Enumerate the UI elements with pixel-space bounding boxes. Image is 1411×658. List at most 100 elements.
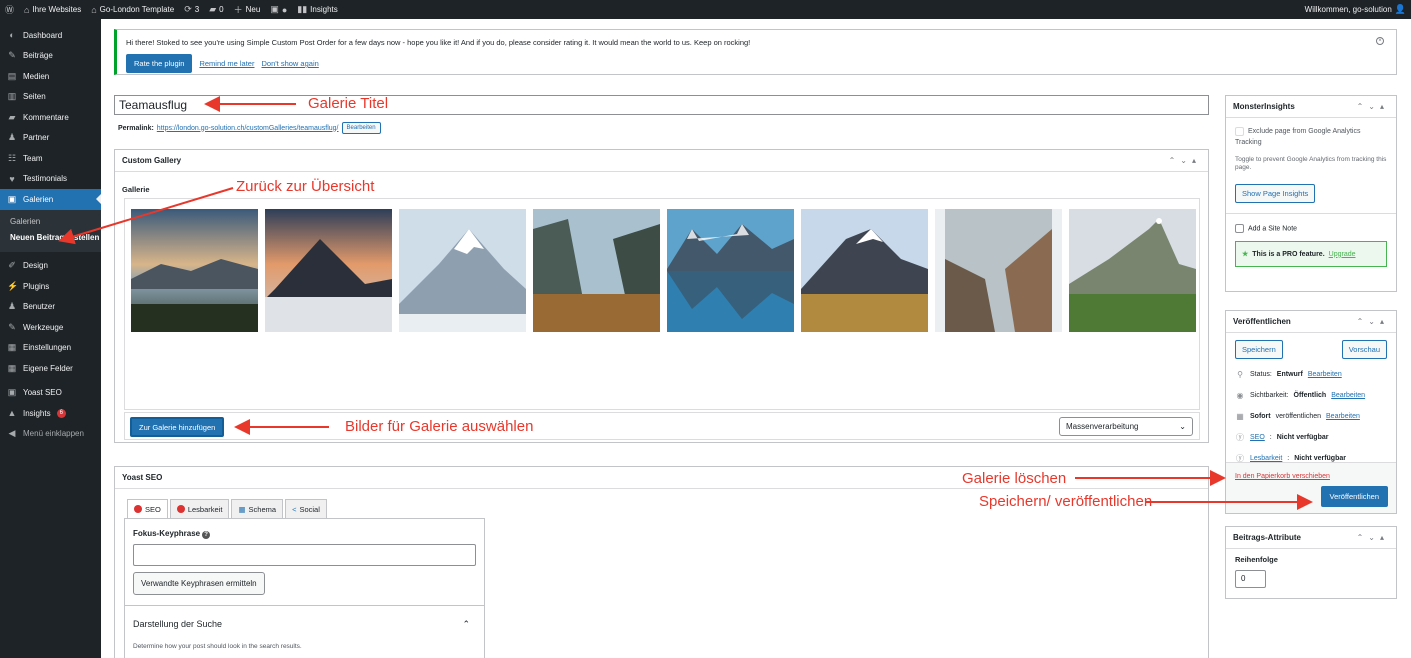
permalink-edit-button[interactable]: Bearbeiten: [341, 122, 381, 134]
dismiss-icon[interactable]: ×: [1376, 37, 1384, 45]
gallery-image-3[interactable]: [399, 209, 526, 332]
gallery-image-5[interactable]: [667, 209, 794, 332]
tab-schema[interactable]: ▦ Schema: [231, 499, 284, 518]
submenu-item-new-post[interactable]: Neuen Beitrag erstellen: [0, 230, 101, 246]
order-input[interactable]: 0: [1235, 570, 1266, 588]
related-keyphrases-button[interactable]: Verwandte Keyphrasen ermitteln: [133, 572, 265, 595]
rate-plugin-button[interactable]: Rate the plugin: [126, 54, 193, 73]
chevron-up-icon[interactable]: ⌃: [462, 619, 470, 630]
golden-field-mountain-image: [801, 209, 928, 332]
yoast-icon: ▣: [7, 387, 17, 398]
upgrade-link[interactable]: Upgrade: [1329, 251, 1356, 258]
new-content-menu[interactable]: ＋ Neu: [229, 0, 266, 19]
avatar-icon: 👤: [1394, 4, 1406, 14]
edit-visibility-link[interactable]: Bearbeiten: [1331, 392, 1365, 399]
sidebar-item-label: Benutzer: [23, 302, 56, 312]
site-note-row[interactable]: Add a Site Note: [1235, 224, 1387, 233]
remind-later-link[interactable]: Remind me later: [199, 59, 254, 68]
add-to-gallery-button[interactable]: Zur Galerie hinzufügen: [130, 417, 225, 437]
updates-menu[interactable]: ⟳ 3: [179, 0, 204, 19]
show-page-insights-button[interactable]: Show Page Insights: [1235, 184, 1316, 203]
gallery-image-7[interactable]: [935, 209, 1062, 332]
tab-social[interactable]: < Social: [285, 499, 327, 518]
pages-icon: ▥: [7, 91, 17, 102]
help-icon[interactable]: ?: [202, 531, 211, 539]
gallery-image-1[interactable]: [131, 209, 258, 332]
sidebar-item-partner[interactable]: ♟ Partner: [0, 128, 101, 149]
sidebar-item-design[interactable]: ✐ Design: [0, 256, 101, 277]
preview-button[interactable]: Vorschau: [1341, 340, 1387, 359]
gallery-image-4[interactable]: [533, 209, 660, 332]
box-handles-icon[interactable]: ⌃⌄▴: [1357, 317, 1389, 326]
search-appearance-heading[interactable]: Darstellung der Suche: [133, 619, 222, 629]
gallery-image-6[interactable]: [801, 209, 928, 332]
edit-status-link[interactable]: Bearbeiten: [1308, 371, 1342, 378]
calendar-icon: ▦: [1236, 412, 1244, 421]
post-attributes-box: Beitrags-Attribute ⌃⌄▴ Reihenfolge 0: [1225, 526, 1397, 599]
sidebar-item-insights[interactable]: ▲ Insights 6: [0, 403, 101, 424]
monsterinsights-header: MonsterInsights ⌃⌄▴: [1226, 96, 1396, 118]
sidebar-item-yoast[interactable]: ▣ Yoast SEO: [0, 383, 101, 404]
sidebar-item-posts[interactable]: ✎ Beiträge: [0, 46, 101, 67]
submenu-item-galleries[interactable]: Galerien: [0, 214, 101, 230]
seo-score-link[interactable]: SEO: [1250, 434, 1265, 441]
sidebar-item-comments[interactable]: ▰ Kommentare: [0, 107, 101, 128]
exclude-tracking-row[interactable]: Exclude page from Google Analytics Track…: [1235, 126, 1387, 148]
comments-count: 0: [219, 5, 224, 14]
dont-show-again-link[interactable]: Don't show again: [261, 59, 318, 68]
box-handles-icon[interactable]: ⌃⌄▴: [1357, 533, 1389, 542]
sidebar-item-dashboard[interactable]: ◐ Dashboard: [0, 25, 101, 46]
sidebar-collapse[interactable]: ◀ Menü einklappen: [0, 424, 101, 445]
sidebar-item-label: Dashboard: [23, 30, 63, 40]
gallery-image-2[interactable]: [265, 209, 392, 332]
annotation-delete-gallery: Galerie löschen: [962, 470, 1067, 487]
sidebar-item-plugins[interactable]: ⚡ Plugins: [0, 276, 101, 297]
sidebar-item-pages[interactable]: ▥ Seiten: [0, 87, 101, 108]
bulk-actions-select[interactable]: Massenverarbeitung ⌄: [1059, 417, 1193, 436]
canyon-path-image: [935, 209, 1062, 332]
sidebar-item-team[interactable]: ☷ Team: [0, 148, 101, 169]
comments-menu[interactable]: ▰ 0: [204, 0, 228, 19]
move-to-trash-link[interactable]: In den Papierkorb verschieben: [1235, 473, 1330, 480]
readability-score-link[interactable]: Lesbarkeit: [1250, 455, 1282, 462]
tab-seo[interactable]: SEO: [127, 499, 168, 518]
annotation-back-to-overview: Zurück zur Übersicht: [236, 178, 375, 195]
save-draft-button[interactable]: Speichern: [1235, 340, 1283, 359]
post-attributes-header: Beitrags-Attribute ⌃⌄▴: [1226, 527, 1396, 549]
notice-text: Hi there! Stoked to see you're using Sim…: [126, 38, 751, 47]
wordpress-logo[interactable]: Ⓦ: [0, 0, 19, 19]
sidebar-item-label: Einstellungen: [23, 343, 72, 353]
sidebar-item-label: Menü einklappen: [23, 429, 84, 439]
account-menu[interactable]: Willkommen, go-solution 👤: [1300, 0, 1411, 19]
permalink-url[interactable]: https://london.go-solution.ch/customGall…: [157, 125, 339, 132]
sidebar-item-settings[interactable]: ▦ Einstellungen: [0, 338, 101, 359]
yoast-adminbar-menu[interactable]: ▣ ●: [265, 0, 292, 19]
sidebar-item-media[interactable]: ▤ Medien: [0, 66, 101, 87]
permalink-label: Permalink:: [118, 124, 154, 132]
tab-readability[interactable]: Lesbarkeit: [169, 499, 230, 518]
box-handles-icon[interactable]: ⌃⌄▴: [1169, 156, 1201, 165]
wordpress-icon: Ⓦ: [5, 5, 15, 15]
lake-sunset-image: [131, 209, 258, 332]
keyphrase-input[interactable]: [133, 544, 476, 566]
sidebar-item-tools[interactable]: ✎ Werkzeuge: [0, 317, 101, 338]
exclude-tracking-toggle[interactable]: [1235, 126, 1244, 136]
box-handles-icon[interactable]: ⌃⌄▴: [1357, 102, 1389, 111]
gallery-field-label: Gallerie: [122, 185, 150, 194]
bar-chart-icon: ▮▮: [297, 4, 308, 14]
keyphrase-label: Fokus-Keyphrase?: [133, 529, 211, 539]
admin-sidebar: ◐ Dashboard ✎ Beiträge ▤ Medien ▥ Seiten ▰ Ko…: [0, 19, 101, 658]
post-title-input[interactable]: [114, 95, 1209, 115]
site-name-menu[interactable]: ⌂ Go-London Template: [86, 0, 179, 19]
sidebar-item-users[interactable]: ♟ Benutzer: [0, 297, 101, 318]
my-sites-menu[interactable]: ⌂ Ihre Websites: [19, 0, 86, 19]
publish-button[interactable]: Veröffentlichen: [1320, 486, 1388, 507]
sidebar-item-custom-fields[interactable]: ▦ Eigene Felder: [0, 358, 101, 379]
sidebar-item-testimonials[interactable]: ♥ Testimonials: [0, 169, 101, 190]
edit-schedule-link[interactable]: Bearbeiten: [1326, 413, 1360, 420]
site-note-checkbox[interactable]: [1235, 224, 1244, 233]
sidebar-item-galleries[interactable]: ▣ Galerien: [0, 189, 101, 210]
divider: [125, 605, 484, 606]
insights-adminbar-menu[interactable]: ▮▮ Insights: [292, 0, 342, 19]
gallery-image-8[interactable]: [1069, 209, 1196, 332]
